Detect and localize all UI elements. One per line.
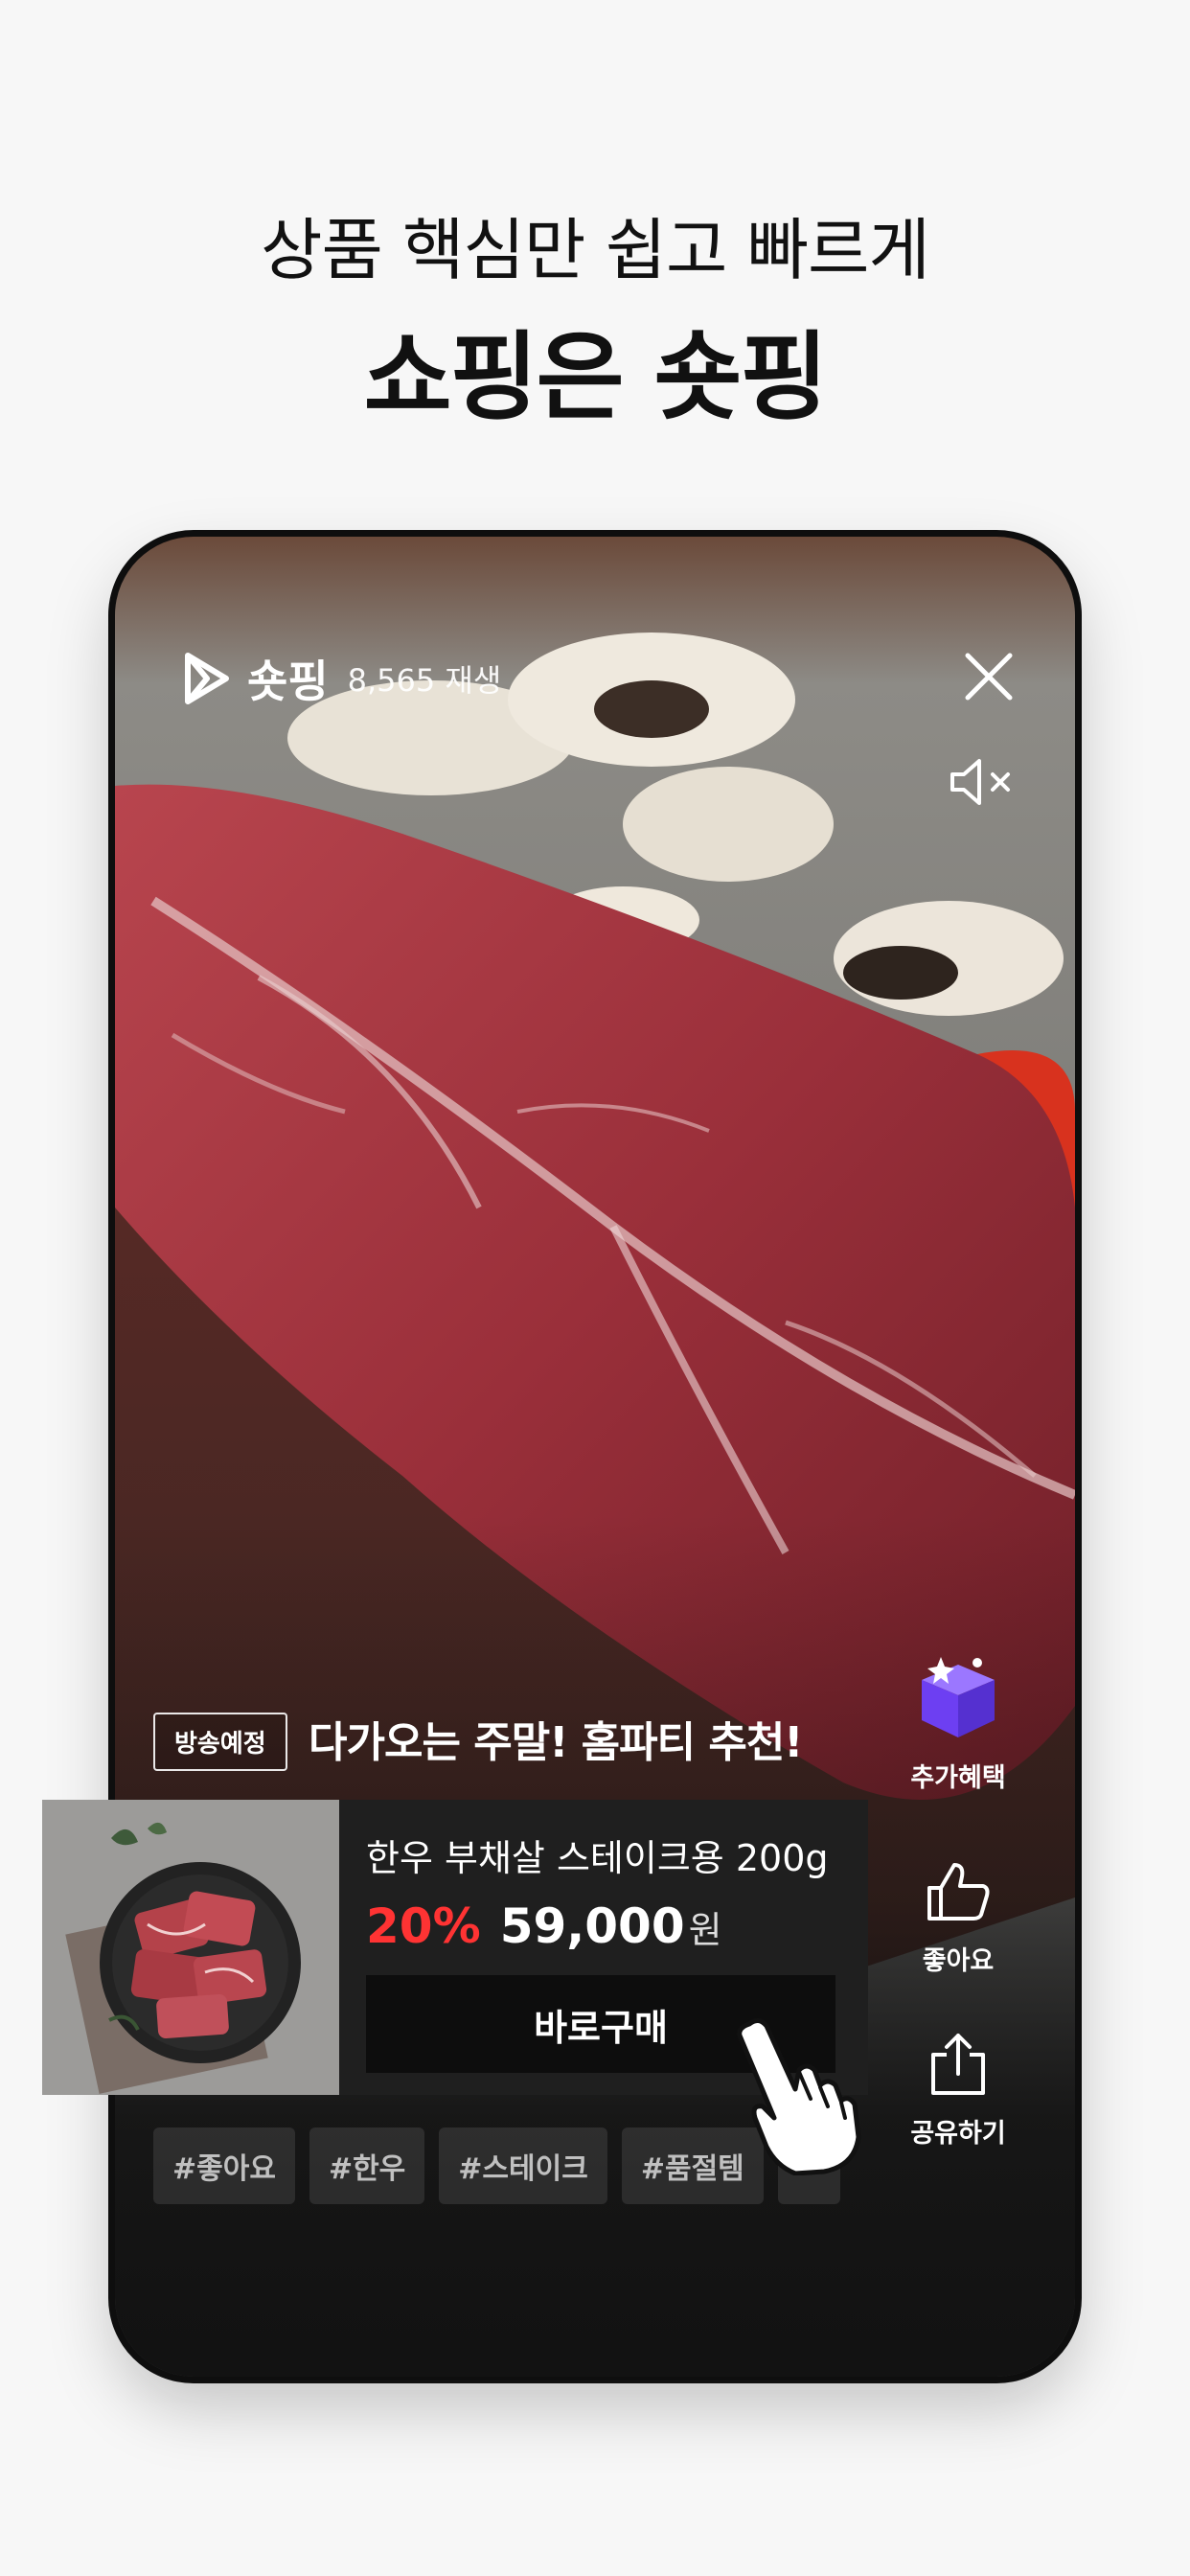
hashtag[interactable]: #좋아요 bbox=[153, 2128, 295, 2204]
currency-unit: 원 bbox=[688, 1909, 722, 1951]
product-image bbox=[42, 1800, 339, 2095]
player-header: 숏핑 8,565 재생 bbox=[182, 647, 501, 710]
speaker-muted-icon[interactable] bbox=[947, 755, 1019, 809]
thumbs-up-icon bbox=[927, 1863, 990, 1920]
broadcast-title: 다가오는 주말! 홈파티 추천! bbox=[309, 1718, 803, 1767]
side-action-label: 좋아요 bbox=[922, 1946, 995, 1976]
close-icon[interactable] bbox=[962, 650, 1016, 703]
broadcast-tag: 방송예정 bbox=[153, 1713, 287, 1771]
pointer-hand-icon bbox=[737, 2018, 861, 2175]
headline-title: 쇼핑은 숏핑 bbox=[363, 321, 829, 433]
product-name: 한우 부채살 스테이크용 200g bbox=[366, 1837, 829, 1879]
side-action-label: 공유하기 bbox=[910, 2119, 1006, 2149]
headline-subtitle: 상품 핵심만 쉽고 빠르게 bbox=[261, 211, 930, 289]
share-button[interactable]: 공유하기 bbox=[881, 2030, 1035, 2150]
play-triangle-icon bbox=[185, 653, 229, 704]
side-action-label: 추가혜택 bbox=[910, 1763, 1006, 1793]
share-icon bbox=[931, 2034, 985, 2095]
like-button[interactable]: 좋아요 bbox=[881, 1857, 1035, 1977]
price-row: 20% 59,000 원 bbox=[366, 1898, 837, 1954]
view-count: 8,565 재생 bbox=[347, 662, 502, 699]
phone-frame: 숏핑 8,565 재생 방송예정 다가오는 주말! 홈파티 추천! 추가혜택 좋… bbox=[115, 537, 1075, 2377]
brand-name: 숏핑 bbox=[247, 656, 329, 707]
discount-rate: 20% bbox=[366, 1898, 481, 1954]
hashtag[interactable]: #한우 bbox=[309, 2128, 425, 2204]
gift-box-icon bbox=[922, 1657, 995, 1737]
extra-benefit-button[interactable]: 추가혜택 bbox=[881, 1651, 1035, 1794]
hashtag[interactable]: #스테이크 bbox=[439, 2128, 607, 2204]
price-value: 59,000 bbox=[499, 1898, 685, 1954]
